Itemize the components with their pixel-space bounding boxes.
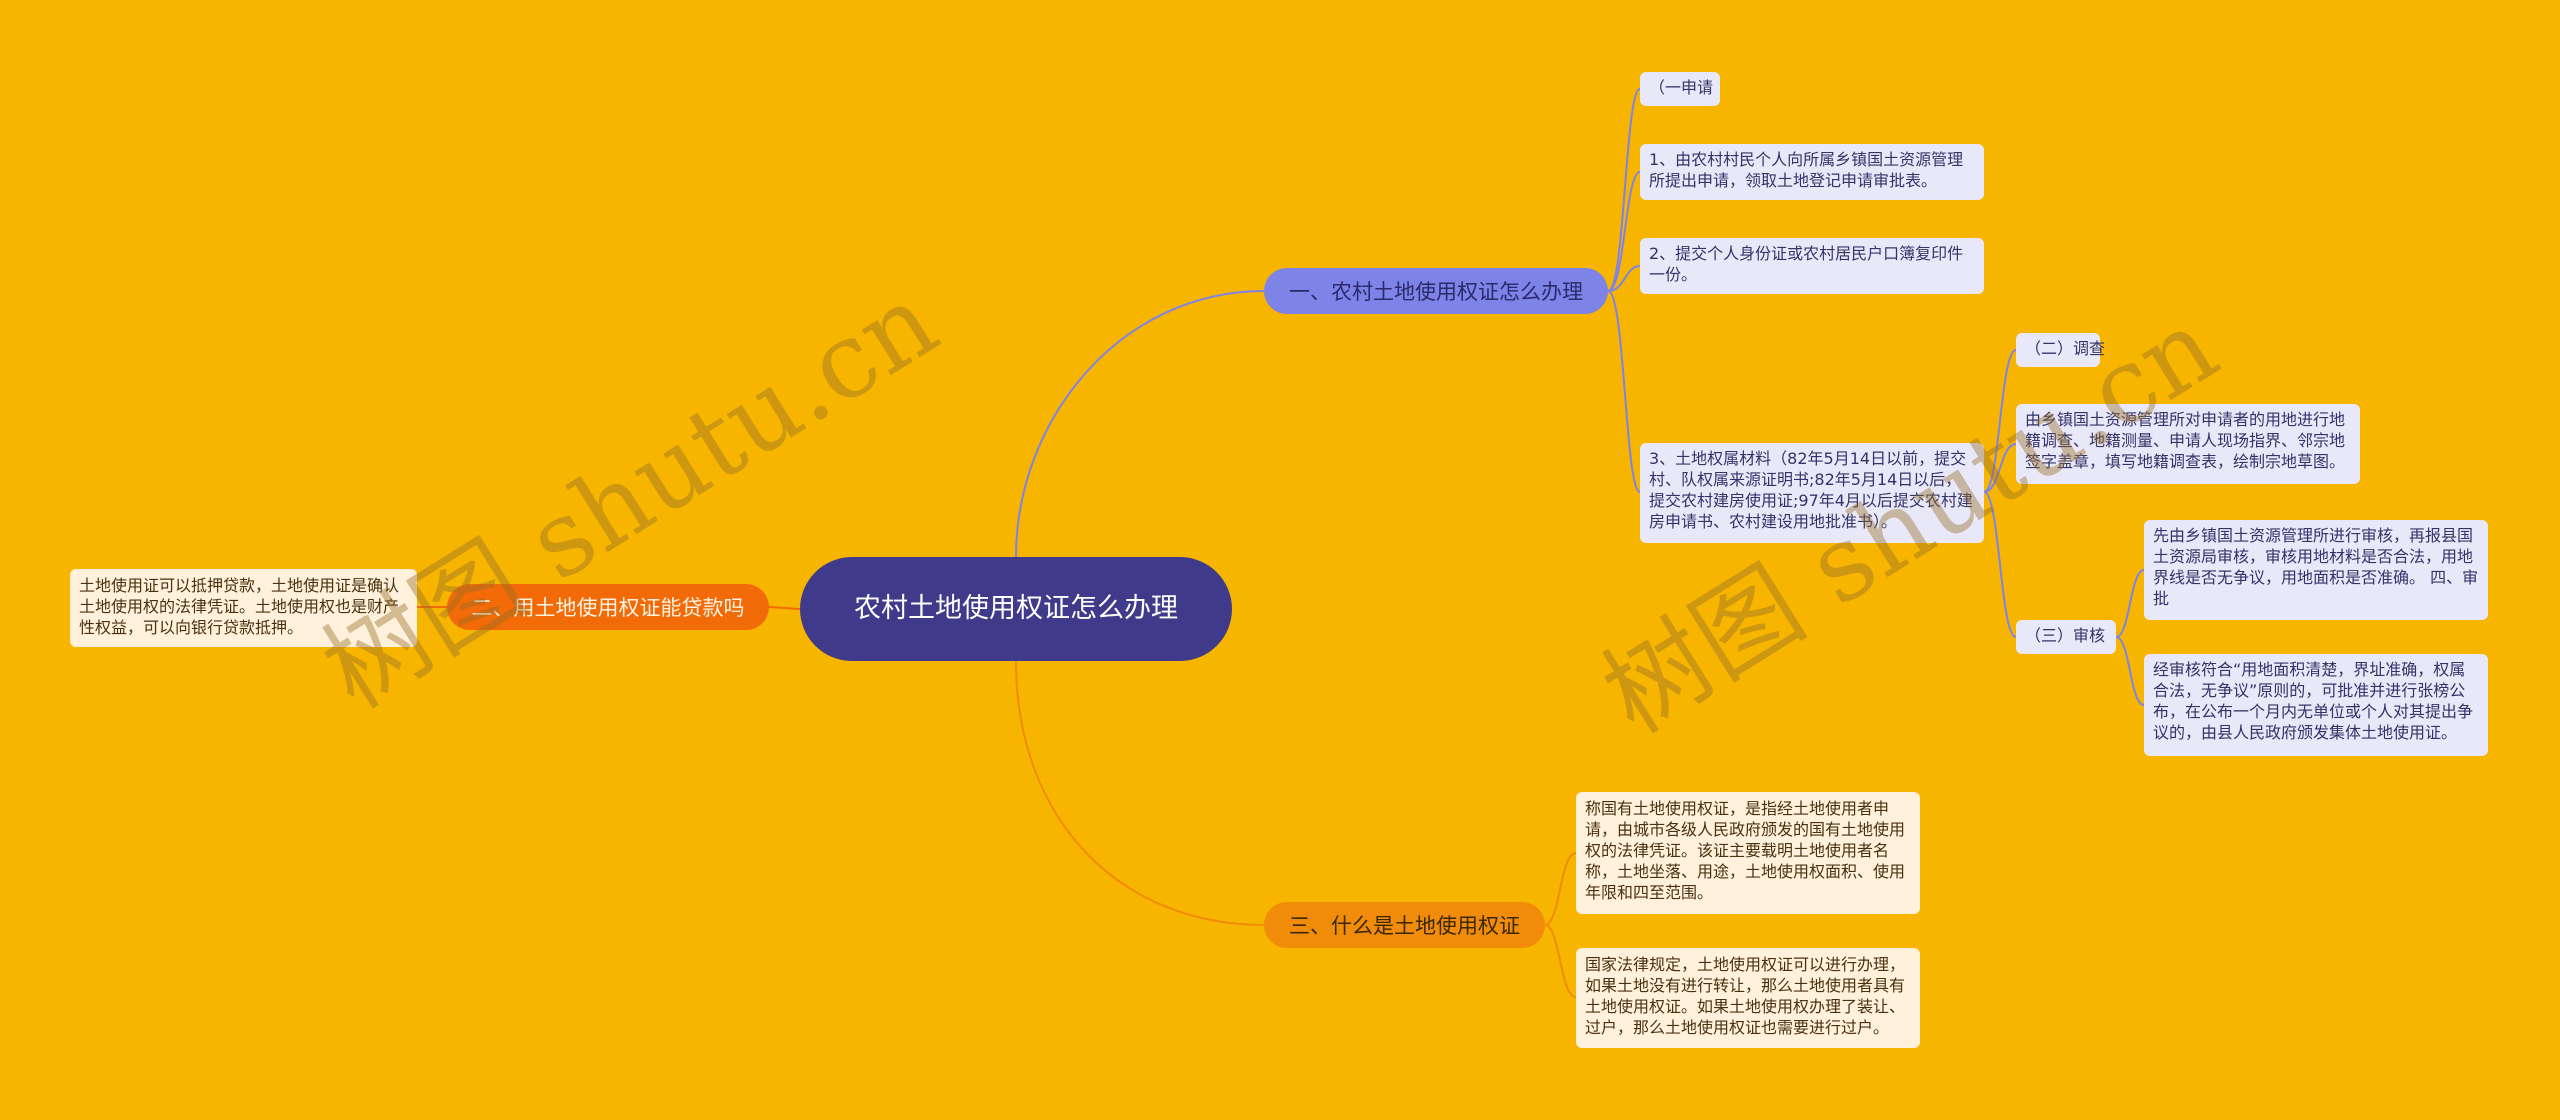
leaf-step1[interactable]: 1、由农村村民个人向所属乡镇国土资源管理所提出申请，领取土地登记申请审批表。	[1640, 144, 1984, 200]
mindmap-canvas: 农村土地使用权证怎么办理 一、农村土地使用权证怎么办理 二、用土地使用权证能贷款…	[0, 0, 2560, 1120]
leaf-review-text-1[interactable]: 先由乡镇国土资源管理所进行审核，再报县国土资源局审核，审核用地材料是否合法，用地…	[2144, 520, 2488, 620]
leaf-step3[interactable]: 3、土地权属材料（82年5月14日以前，提交村、队权属来源证明书;82年5月14…	[1640, 443, 1984, 543]
leaf-loan-label: 土地使用证可以抵押贷款，土地使用证是确认土地使用权的法律凭证。土地使用权也是财产…	[79, 576, 400, 637]
central-topic[interactable]: 农村土地使用权证怎么办理	[800, 557, 1232, 661]
leaf-definition-2[interactable]: 国家法律规定，土地使用权证可以进行办理，如果土地没有进行转让，那么土地使用者具有…	[1576, 948, 1920, 1048]
leaf-loan[interactable]: 土地使用证可以抵押贷款，土地使用证是确认土地使用权的法律凭证。土地使用权也是财产…	[70, 569, 417, 647]
leaf-review[interactable]: （三）审核	[2016, 620, 2116, 654]
leaf-apply-label: （一申请	[1649, 78, 1714, 97]
branch-definition[interactable]: 三、什么是土地使用权证	[1264, 902, 1545, 948]
leaf-survey-label: （二）调查	[2025, 339, 2106, 358]
leaf-apply[interactable]: （一申请	[1640, 72, 1720, 106]
leaf-step3-label: 3、土地权属材料（82年5月14日以前，提交村、队权属来源证明书;82年5月14…	[1649, 449, 1973, 531]
leaf-survey-text[interactable]: 由乡镇国土资源管理所对申请者的用地进行地籍调查、地籍测量、申请人现场指界、邻宗地…	[2016, 404, 2360, 484]
leaf-definition-1[interactable]: 称国有土地使用权证，是指经土地使用者申请，由城市各级人民政府颁发的国有土地使用权…	[1576, 792, 1920, 914]
leaf-survey[interactable]: （二）调查	[2016, 333, 2105, 367]
branch-definition-label: 三、什么是土地使用权证	[1289, 914, 1520, 938]
leaf-definition-1-label: 称国有土地使用权证，是指经土地使用者申请，由城市各级人民政府颁发的国有土地使用权…	[1585, 799, 1906, 902]
leaf-step1-label: 1、由农村村民个人向所属乡镇国土资源管理所提出申请，领取土地登记申请审批表。	[1649, 150, 1964, 190]
leaf-step2-label: 2、提交个人身份证或农村居民户口簿复印件一份。	[1649, 244, 1964, 284]
branch-loan[interactable]: 二、用土地使用权证能贷款吗	[447, 584, 769, 630]
leaf-review-text-2[interactable]: 经审核符合“用地面积清楚，界址准确，权属合法，无争议”原则的，可批准并进行张榜公…	[2144, 654, 2488, 756]
branch-how-to-apply[interactable]: 一、农村土地使用权证怎么办理	[1264, 268, 1608, 314]
leaf-review-text-1-label: 先由乡镇国土资源管理所进行审核，再报县国土资源局审核，审核用地材料是否合法，用地…	[2153, 526, 2479, 608]
branch-loan-label: 二、用土地使用权证能贷款吗	[471, 596, 745, 620]
leaf-review-text-2-label: 经审核符合“用地面积清楚，界址准确，权属合法，无争议”原则的，可批准并进行张榜公…	[2153, 660, 2474, 742]
leaf-definition-2-label: 国家法律规定，土地使用权证可以进行办理，如果土地没有进行转让，那么土地使用者具有…	[1585, 955, 1906, 1037]
branch-how-to-apply-label: 一、农村土地使用权证怎么办理	[1289, 280, 1583, 304]
leaf-survey-text-label: 由乡镇国土资源管理所对申请者的用地进行地籍调查、地籍测量、申请人现场指界、邻宗地…	[2025, 410, 2346, 471]
leaf-step2[interactable]: 2、提交个人身份证或农村居民户口簿复印件一份。	[1640, 238, 1984, 294]
central-topic-label: 农村土地使用权证怎么办理	[854, 593, 1178, 624]
leaf-review-label: （三）审核	[2025, 626, 2106, 645]
